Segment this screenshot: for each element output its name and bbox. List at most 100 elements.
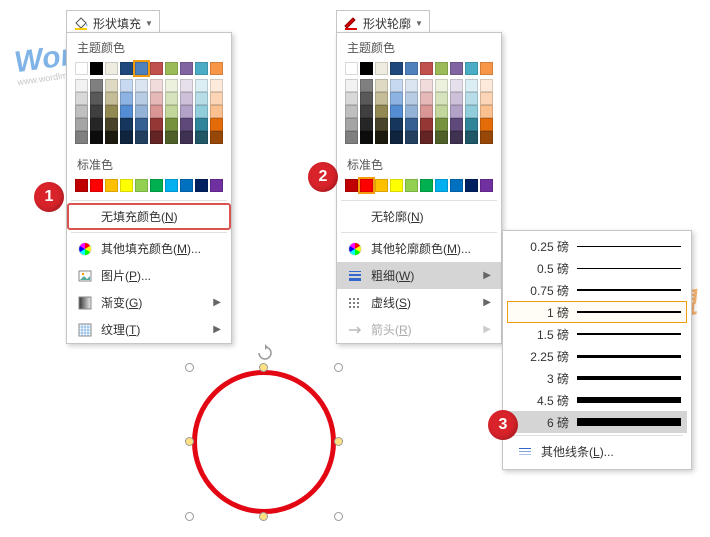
color-swatch[interactable]	[405, 179, 418, 192]
color-swatch[interactable]	[390, 105, 403, 118]
color-swatch[interactable]	[390, 92, 403, 105]
color-swatch[interactable]	[450, 92, 463, 105]
color-swatch[interactable]	[465, 105, 478, 118]
resize-handle[interactable]	[334, 437, 343, 446]
color-swatch[interactable]	[120, 62, 133, 75]
weight-option[interactable]: 4.5 磅	[507, 389, 687, 411]
weight-option[interactable]: 0.75 磅	[507, 279, 687, 301]
weight-option[interactable]: 1.5 磅	[507, 323, 687, 345]
color-swatch[interactable]	[435, 179, 448, 192]
color-swatch[interactable]	[465, 179, 478, 192]
color-swatch[interactable]	[435, 118, 448, 131]
color-swatch[interactable]	[420, 79, 433, 92]
gradient-fill-item[interactable]: 渐变(G) ▶	[67, 289, 231, 316]
color-swatch[interactable]	[135, 118, 148, 131]
color-swatch[interactable]	[420, 131, 433, 144]
color-swatch[interactable]	[375, 62, 388, 75]
color-swatch[interactable]	[90, 179, 103, 192]
color-swatch[interactable]	[165, 79, 178, 92]
color-swatch[interactable]	[405, 62, 418, 75]
color-swatch[interactable]	[165, 131, 178, 144]
color-swatch[interactable]	[75, 92, 88, 105]
color-swatch[interactable]	[150, 62, 163, 75]
color-swatch[interactable]	[105, 79, 118, 92]
color-swatch[interactable]	[345, 62, 358, 75]
color-swatch[interactable]	[180, 118, 193, 131]
color-swatch[interactable]	[480, 131, 493, 144]
color-swatch[interactable]	[75, 179, 88, 192]
weight-option[interactable]: 0.5 磅	[507, 257, 687, 279]
color-swatch[interactable]	[210, 118, 223, 131]
color-swatch[interactable]	[105, 105, 118, 118]
color-swatch[interactable]	[210, 62, 223, 75]
color-swatch[interactable]	[480, 62, 493, 75]
color-swatch[interactable]	[105, 131, 118, 144]
more-lines-item[interactable]: 其他线条(L)...	[507, 438, 687, 465]
color-swatch[interactable]	[375, 131, 388, 144]
resize-handle[interactable]	[185, 437, 194, 446]
color-swatch[interactable]	[120, 131, 133, 144]
color-swatch[interactable]	[90, 105, 103, 118]
color-swatch[interactable]	[405, 105, 418, 118]
color-swatch[interactable]	[135, 105, 148, 118]
color-swatch[interactable]	[195, 92, 208, 105]
weight-option[interactable]: 6 磅	[507, 411, 687, 433]
color-swatch[interactable]	[120, 105, 133, 118]
color-swatch[interactable]	[390, 179, 403, 192]
color-swatch[interactable]	[135, 79, 148, 92]
color-swatch[interactable]	[405, 79, 418, 92]
color-swatch[interactable]	[90, 62, 103, 75]
color-swatch[interactable]	[480, 79, 493, 92]
color-swatch[interactable]	[165, 118, 178, 131]
color-swatch[interactable]	[150, 92, 163, 105]
color-swatch[interactable]	[135, 62, 148, 75]
color-swatch[interactable]	[420, 118, 433, 131]
resize-handle[interactable]	[334, 512, 343, 521]
no-fill-item[interactable]: 无填充颜色(N)	[67, 203, 231, 230]
color-swatch[interactable]	[195, 105, 208, 118]
color-swatch[interactable]	[465, 131, 478, 144]
color-swatch[interactable]	[195, 131, 208, 144]
color-swatch[interactable]	[180, 105, 193, 118]
color-swatch[interactable]	[345, 105, 358, 118]
color-swatch[interactable]	[420, 62, 433, 75]
color-swatch[interactable]	[195, 118, 208, 131]
color-swatch[interactable]	[375, 179, 388, 192]
color-swatch[interactable]	[90, 79, 103, 92]
color-swatch[interactable]	[465, 92, 478, 105]
resize-handle[interactable]	[185, 363, 194, 372]
color-swatch[interactable]	[360, 105, 373, 118]
color-swatch[interactable]	[450, 79, 463, 92]
color-swatch[interactable]	[135, 92, 148, 105]
color-swatch[interactable]	[210, 79, 223, 92]
color-swatch[interactable]	[120, 92, 133, 105]
color-swatch[interactable]	[405, 131, 418, 144]
more-fill-colors-item[interactable]: 其他填充颜色(M)...	[67, 235, 231, 262]
weight-option[interactable]: 0.25 磅	[507, 235, 687, 257]
color-swatch[interactable]	[180, 62, 193, 75]
color-swatch[interactable]	[75, 131, 88, 144]
color-swatch[interactable]	[360, 118, 373, 131]
color-swatch[interactable]	[180, 179, 193, 192]
color-swatch[interactable]	[450, 179, 463, 192]
resize-handle[interactable]	[185, 512, 194, 521]
color-swatch[interactable]	[360, 131, 373, 144]
color-swatch[interactable]	[480, 92, 493, 105]
outline-dashes-item[interactable]: 虚线(S) ▶	[337, 289, 501, 316]
color-swatch[interactable]	[90, 92, 103, 105]
color-swatch[interactable]	[435, 79, 448, 92]
color-swatch[interactable]	[120, 179, 133, 192]
color-swatch[interactable]	[345, 131, 358, 144]
color-swatch[interactable]	[435, 105, 448, 118]
color-swatch[interactable]	[165, 105, 178, 118]
color-swatch[interactable]	[180, 92, 193, 105]
color-swatch[interactable]	[210, 105, 223, 118]
color-swatch[interactable]	[420, 105, 433, 118]
color-swatch[interactable]	[150, 179, 163, 192]
color-swatch[interactable]	[450, 62, 463, 75]
color-swatch[interactable]	[390, 79, 403, 92]
color-swatch[interactable]	[120, 79, 133, 92]
resize-handle[interactable]	[334, 363, 343, 372]
no-outline-item[interactable]: 无轮廓(N)	[337, 203, 501, 230]
color-swatch[interactable]	[150, 79, 163, 92]
